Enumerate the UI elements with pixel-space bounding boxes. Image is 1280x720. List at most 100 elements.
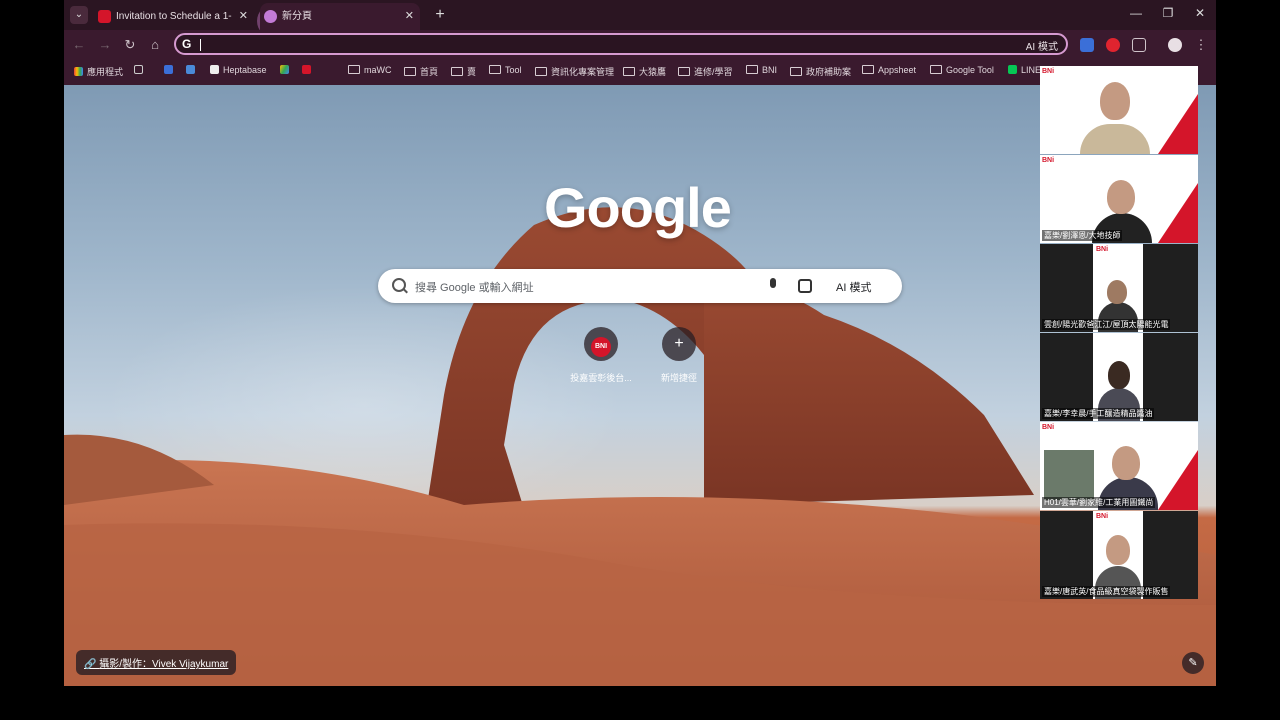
folder-icon: [623, 67, 635, 76]
bookmark-label: Tool: [505, 65, 522, 75]
shortcut-label: 新增捷徑: [660, 373, 697, 383]
tab-invitation[interactable]: Invitation to Schedule a 1-2-1 ✕: [94, 3, 254, 30]
participant-name: H01/雲華/劉家維/工業用圖鐵尚: [1042, 497, 1156, 508]
tab-close-icon[interactable]: ✕: [239, 3, 248, 30]
bookmark-drive[interactable]: [280, 65, 293, 75]
participant-tile[interactable]: 嘉樂/李幸晨/手工釀造精品醬油: [1040, 333, 1198, 421]
microphone-icon[interactable]: [770, 278, 776, 288]
bookmark-folder-appsheet[interactable]: Appsheet: [862, 65, 916, 75]
profile-avatar-icon[interactable]: [1168, 38, 1182, 52]
apps-grid-icon: [74, 67, 83, 76]
bookmark-folder-google-tool[interactable]: Google Tool: [930, 65, 994, 75]
heptabase-icon: [210, 65, 219, 74]
tab-close-icon[interactable]: ✕: [405, 3, 414, 30]
participant-head: [1106, 535, 1130, 565]
bookmark-folder-eagle[interactable]: 大猿鷹: [623, 65, 666, 78]
participant-tile[interactable]: BNi 嘉樂/劉澤恩/大地技師: [1040, 155, 1198, 243]
text-caret: [200, 39, 201, 51]
bookmark-label: Appsheet: [878, 65, 917, 75]
ai-mode-button[interactable]: AI 模式: [836, 279, 871, 295]
customize-pencil-icon[interactable]: ✎: [1182, 652, 1204, 674]
tab-title: Invitation to Schedule a 1-2-1: [116, 11, 232, 22]
bookmark-label: 大猿鷹: [639, 67, 667, 77]
bni-red-corner: [1158, 94, 1198, 154]
bookmark-folder-it-project[interactable]: 資訊化專案管理: [535, 65, 614, 78]
participant-head: [1112, 446, 1140, 480]
google-g-icon: G: [182, 37, 192, 51]
participant-tile[interactable]: BNi 雲創/陽光歡爸江江/屋頂太陽能光電: [1040, 244, 1198, 332]
participant-head: [1107, 280, 1127, 304]
folder-icon: [930, 65, 942, 74]
bookmark-gmail[interactable]: [302, 65, 315, 75]
search-placeholder: 搜尋 Google 或輸入網址: [415, 282, 534, 294]
bookmark-folder-grants[interactable]: 政府補助案: [790, 65, 851, 78]
bookmark-label: 首頁: [420, 67, 439, 77]
bookmark-apps[interactable]: 應用程式: [74, 65, 123, 78]
participant-tile[interactable]: BNi H01/雲華/劉家維/工業用圖鐵尚: [1040, 422, 1198, 510]
bookmark-label: Heptabase: [223, 65, 267, 75]
bookmark-folder-tool[interactable]: Tool: [489, 65, 522, 75]
bni-red-corner: [1158, 450, 1198, 510]
bni-logo: BNi: [1096, 513, 1109, 520]
bookmark-heptabase[interactable]: Heptabase: [210, 65, 267, 75]
bookmark-favicon-icon: [186, 65, 195, 74]
search-icon: [392, 278, 406, 292]
folder-icon: [348, 65, 360, 74]
shortcut-icon: BNI: [584, 327, 618, 361]
kebab-menu-icon[interactable]: ⋮: [1192, 36, 1210, 54]
grid-icon: [134, 65, 143, 74]
bni-logo: BNi: [1096, 246, 1109, 253]
tab-new-tab[interactable]: 新分頁 ✕: [260, 3, 420, 30]
folder-icon: [535, 67, 547, 76]
google-logo: Google: [544, 176, 732, 239]
participant-name: 嘉樂/李幸晨/手工釀造精品醬油: [1042, 408, 1155, 419]
participant-name: 嘉樂/劉澤恩/大地技師: [1042, 230, 1123, 241]
bookmark-grid[interactable]: [134, 65, 147, 75]
home-icon[interactable]: ⌂: [146, 36, 164, 54]
reload-icon[interactable]: ↻: [121, 36, 139, 54]
chrome-favicon-icon: [264, 10, 277, 23]
bookmark-folder-mawc[interactable]: maWC: [348, 65, 392, 75]
participant-name: 雲創/陽光歡爸江江/屋頂太陽能光電: [1042, 319, 1171, 330]
maximize-button[interactable]: ❐: [1158, 6, 1178, 20]
bookmark-favicon-icon: [302, 65, 311, 74]
tab-search-chevron-icon[interactable]: ⌄: [70, 6, 88, 24]
bookmark-folder-home[interactable]: 首頁: [404, 65, 438, 78]
bookmark-line[interactable]: LINE: [1008, 65, 1041, 75]
omnibox-ai-mode-button[interactable]: AI 模式: [1026, 38, 1058, 53]
back-icon[interactable]: ←: [70, 36, 88, 54]
folder-icon: [404, 67, 416, 76]
participant-head: [1100, 82, 1130, 120]
forward-icon[interactable]: →: [96, 36, 114, 54]
bookmark-b[interactable]: [186, 65, 199, 75]
address-bar[interactable]: G AI 模式: [174, 33, 1068, 55]
folder-icon: [678, 67, 690, 76]
video-participant-strip: BNi BNi 嘉樂/劉澤恩/大地技師 BNi 雲創/陽光歡爸江江/屋頂太陽能光…: [1040, 66, 1198, 600]
bookmark-folder-sell[interactable]: 賣: [451, 65, 476, 78]
shortcut-bni[interactable]: BNI 投嘉雲彰後台...: [561, 327, 641, 384]
photo-credit-link[interactable]: 🔗 攝影/製作：Vivek Vijaykumar: [76, 650, 237, 675]
close-window-button[interactable]: ✕: [1190, 6, 1210, 20]
tab-title: 新分頁: [282, 11, 312, 22]
participant-tile[interactable]: BNi: [1040, 66, 1198, 154]
bookmark-blue[interactable]: [164, 65, 177, 75]
google-lens-icon[interactable]: [798, 279, 812, 293]
extensions-puzzle-icon[interactable]: [1132, 38, 1146, 52]
toolbar: ← → ↻ ⌂ G AI 模式 ⋮: [64, 30, 1216, 58]
minimize-button[interactable]: —: [1126, 6, 1146, 20]
participant-name: 嘉樂/唐武英/食品級真空袋製作販售: [1042, 586, 1171, 597]
participant-head: [1108, 361, 1130, 389]
new-tab-button[interactable]: +: [430, 5, 450, 25]
bni-logo: BNi: [1042, 424, 1055, 431]
search-box[interactable]: 搜尋 Google 或輸入網址 AI 模式: [378, 269, 902, 303]
folder-icon: [489, 65, 501, 74]
tab-strip: ⌄ Invitation to Schedule a 1-2-1 ✕ 新分頁 ✕…: [64, 0, 1216, 38]
bni-logo: BNi: [1042, 68, 1055, 75]
bookmark-folder-learning[interactable]: 進修/學習: [678, 65, 733, 78]
translate-extension-icon[interactable]: [1080, 38, 1094, 52]
shortcut-add[interactable]: + 新增捷徑: [639, 327, 719, 384]
participant-tile[interactable]: BNi 嘉樂/唐武英/食品級真空袋製作販售: [1040, 511, 1198, 599]
bookmark-folder-bni[interactable]: BNI: [746, 65, 777, 75]
red-extension-icon[interactable]: [1106, 38, 1120, 52]
bookmark-label: maWC: [364, 65, 392, 75]
